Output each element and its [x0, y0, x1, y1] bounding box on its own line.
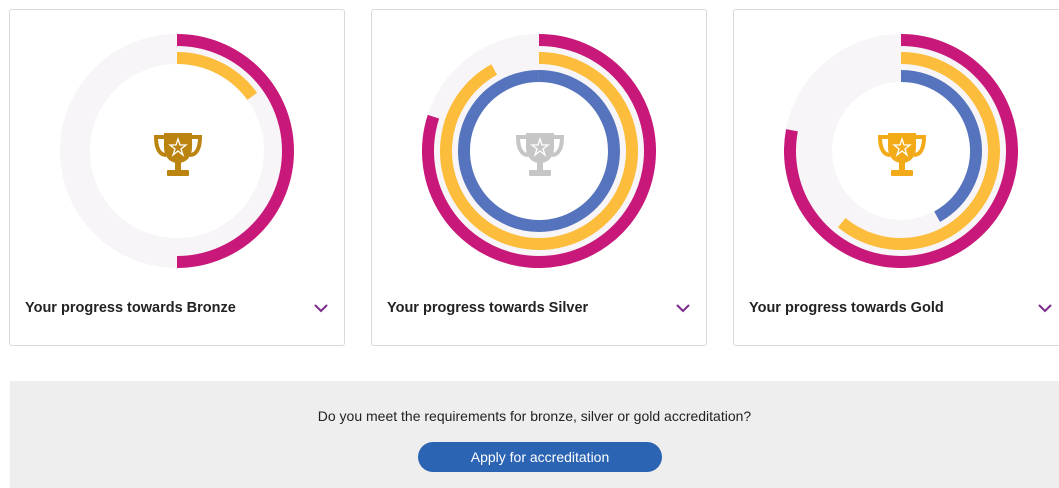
- accreditation-banner: Do you meet the requirements for bronze,…: [10, 381, 1059, 488]
- chevron-down-icon[interactable]: [1038, 304, 1052, 313]
- card-title-bronze: Your progress towards Bronze: [25, 300, 236, 316]
- trophy-silver-icon: [515, 133, 565, 176]
- card-header-gold[interactable]: Your progress towards Gold: [749, 297, 1054, 319]
- chevron-down-icon[interactable]: [314, 304, 328, 313]
- accreditation-question: Do you meet the requirements for bronze,…: [317, 408, 752, 424]
- progress-card-silver: Your progress towards Silver: [371, 9, 707, 346]
- progress-card-bronze: Your progress towards Bronze: [9, 9, 345, 346]
- trophy-gold-icon: [877, 133, 927, 176]
- card-header-bronze[interactable]: Your progress towards Bronze: [25, 297, 330, 319]
- apply-for-accreditation-button[interactable]: Apply for accreditation: [418, 442, 662, 472]
- card-title-gold: Your progress towards Gold: [749, 300, 944, 316]
- chevron-down-icon[interactable]: [676, 304, 690, 313]
- card-title-silver: Your progress towards Silver: [387, 300, 589, 316]
- progress-card-gold: Your progress towards Gold: [733, 9, 1059, 346]
- card-header-silver[interactable]: Your progress towards Silver: [387, 297, 692, 319]
- trophy-bronze-icon: [153, 133, 203, 176]
